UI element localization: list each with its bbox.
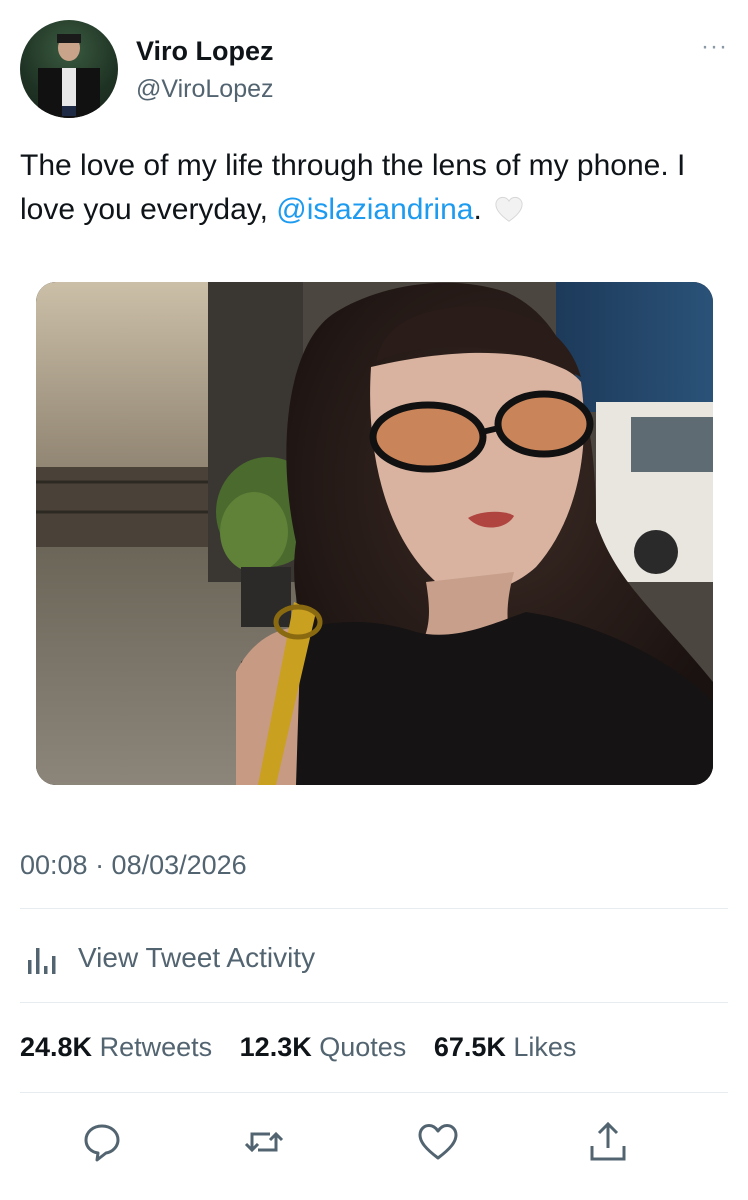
avatar[interactable] — [20, 20, 118, 118]
tweet-stats: 24.8K Retweets 12.3K Quotes 67.5K Likes — [20, 1032, 596, 1063]
view-tweet-activity-label: View Tweet Activity — [78, 942, 316, 973]
share-icon[interactable] — [586, 1120, 630, 1164]
tweet-photo[interactable] — [36, 282, 713, 785]
photo-image — [36, 282, 713, 785]
like-icon[interactable] — [416, 1120, 460, 1164]
author-name[interactable]: Viro Lopez — [136, 36, 274, 67]
retweets-label: Retweets — [99, 1032, 213, 1062]
tweet-header: Viro Lopez @ViroLopez ··· — [20, 20, 728, 120]
likes-stat[interactable]: 67.5K Likes — [434, 1032, 577, 1063]
avatar-photo — [38, 34, 100, 118]
tweet-action-bar — [80, 1120, 680, 1170]
divider — [20, 1092, 728, 1093]
retweets-count: 24.8K — [20, 1032, 93, 1062]
retweet-icon[interactable] — [242, 1120, 286, 1164]
quotes-stat[interactable]: 12.3K Quotes — [240, 1032, 407, 1063]
quotes-label: Quotes — [319, 1032, 407, 1062]
more-options-icon[interactable]: ··· — [701, 35, 728, 59]
white-heart-icon — [495, 196, 523, 222]
divider — [20, 1002, 728, 1003]
author-handle[interactable]: @ViroLopez — [136, 75, 274, 104]
divider — [20, 908, 728, 909]
likes-label: Likes — [513, 1032, 577, 1062]
retweets-stat[interactable]: 24.8K Retweets — [20, 1032, 212, 1063]
tweet-text: The love of my life through the lens of … — [20, 144, 720, 232]
likes-count: 67.5K — [433, 1032, 506, 1062]
tweet-timestamp[interactable]: 00:08 · 08/03/2026 — [20, 850, 247, 881]
mention-link[interactable]: @islaziandrina — [276, 193, 473, 226]
reply-icon[interactable] — [80, 1120, 124, 1164]
quotes-count: 12.3K — [239, 1032, 312, 1062]
tweet-body-end: . — [473, 193, 482, 226]
analytics-icon — [28, 948, 56, 974]
